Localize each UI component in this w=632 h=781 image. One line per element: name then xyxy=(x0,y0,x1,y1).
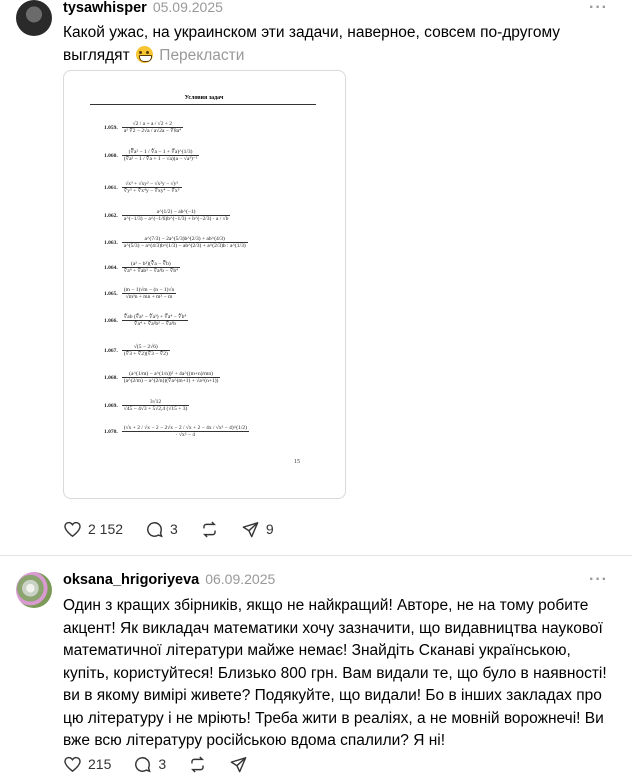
grinning-face-emoji-icon xyxy=(135,45,153,63)
post-divider xyxy=(0,555,632,556)
problem-1065: 1.065. (m − 1)√m − (n − 1)√n √m³n + mn + m… xyxy=(104,287,177,300)
post-actions: 2 152 3 9 xyxy=(63,517,296,541)
share-button[interactable]: 9 xyxy=(241,520,274,539)
like-button[interactable]: 215 xyxy=(63,755,111,774)
problem-1067: 1.067. √(5 − 2√6) (∜3 + ∜2)(∜3 − ∜2) xyxy=(104,344,170,357)
username[interactable]: tysawhisper xyxy=(63,0,147,16)
heart-icon xyxy=(64,521,81,537)
repost-icon xyxy=(191,756,205,772)
problem-1060: 1.060. (∛a² − 1 / ∜a − 1 + ∜a)^(1/3) (∛a² … xyxy=(104,149,200,162)
repost-button[interactable] xyxy=(200,520,219,539)
repost-button[interactable] xyxy=(188,755,207,774)
page-title: Условия задач xyxy=(184,95,224,101)
share-count: 9 xyxy=(265,521,274,537)
comment-count: 3 xyxy=(158,756,167,772)
post-date[interactable]: 06.09.2025 xyxy=(205,571,275,587)
problem-1063: 1.063. a^(7/3) − 2a^(5/3)b^(2/3) + ab^(4/… xyxy=(104,236,248,249)
send-icon xyxy=(242,521,259,537)
more-options-icon[interactable]: ··· xyxy=(589,0,608,17)
like-button[interactable]: 2 152 xyxy=(63,520,123,539)
post-tysawhisper: tysawhisper 05.09.2025 ··· Какой ужас, на… xyxy=(0,0,632,555)
avatar[interactable] xyxy=(16,572,52,608)
textbook-page: Условия задач 1.059. √2 / a + a / √2 + 2a… xyxy=(78,89,330,489)
share-button[interactable] xyxy=(229,755,248,774)
username[interactable]: oksana_hrigoriyeva xyxy=(63,572,199,588)
comment-icon xyxy=(147,521,163,537)
problem-1064: 1.064. (a² − b²)(∛a − ∛b) ∛a⁴ + ∛ab³ − ∛a³… xyxy=(104,261,181,274)
problem-1061: 1.061. √x³ + √xy² − √x²y − √y³ ∜y⁵ + ∜x⁴y … xyxy=(104,181,182,194)
comment-button[interactable]: 3 xyxy=(145,520,178,539)
post-image[interactable]: Условия задач 1.059. √2 / a + a / √2 + 2a… xyxy=(63,70,346,499)
send-icon xyxy=(230,756,247,772)
heart-icon xyxy=(64,756,81,772)
post-actions: 215 3 xyxy=(63,752,270,776)
like-count: 215 xyxy=(88,756,112,772)
problem-1059: 1.059. √2 / a + a / √2 + 2 a² ∜2 − 2√a / a… xyxy=(104,121,183,134)
page-rule xyxy=(90,104,316,105)
problem-1062: 1.062. a^(1/2) − ab^(−1) a^(−1/3) − a^(−1/… xyxy=(104,209,231,222)
translate-link[interactable]: Перекласти xyxy=(159,47,244,64)
post-oksana-hrigoriyeva: oksana_hrigoriyeva 06.09.2025 ··· Один з … xyxy=(0,570,632,781)
post-date[interactable]: 05.09.2025 xyxy=(153,0,223,15)
more-options-icon[interactable]: ··· xyxy=(589,571,608,589)
comment-button[interactable]: 3 xyxy=(133,755,166,774)
page-number: 15 xyxy=(294,459,300,465)
comment-count: 3 xyxy=(170,521,178,537)
post-text: Какой ужас, на украинском эти задачи, на… xyxy=(63,22,608,67)
problem-1068: 1.068. (a^(1/m) − a^(1/n))² + 4a^((m+n)/m… xyxy=(104,371,221,384)
comment-icon xyxy=(135,756,152,772)
problem-1066: 1.066. ∜ab (∜a³ − ∜a³) + ∜a⁴ − ∜b⁴ ∜a⁴ + ∜… xyxy=(104,314,189,327)
like-count: 2 152 xyxy=(88,521,124,537)
problem-1069: 1.069. 3√12 √45 − 4√3 + 5√2,4 (√15 + 3) xyxy=(104,399,190,412)
avatar[interactable] xyxy=(16,0,52,36)
post-text: Один з кращих збірників, якщо не найкращ… xyxy=(63,597,607,749)
problem-1070: 1.070. (√x + 2 / √x − 2 − 2√x − 2 / √x + … xyxy=(104,425,249,438)
repost-icon xyxy=(202,521,216,537)
post-header: tysawhisper 05.09.2025 xyxy=(63,0,223,16)
post-header: oksana_hrigoriyeva 06.09.2025 xyxy=(63,571,275,588)
